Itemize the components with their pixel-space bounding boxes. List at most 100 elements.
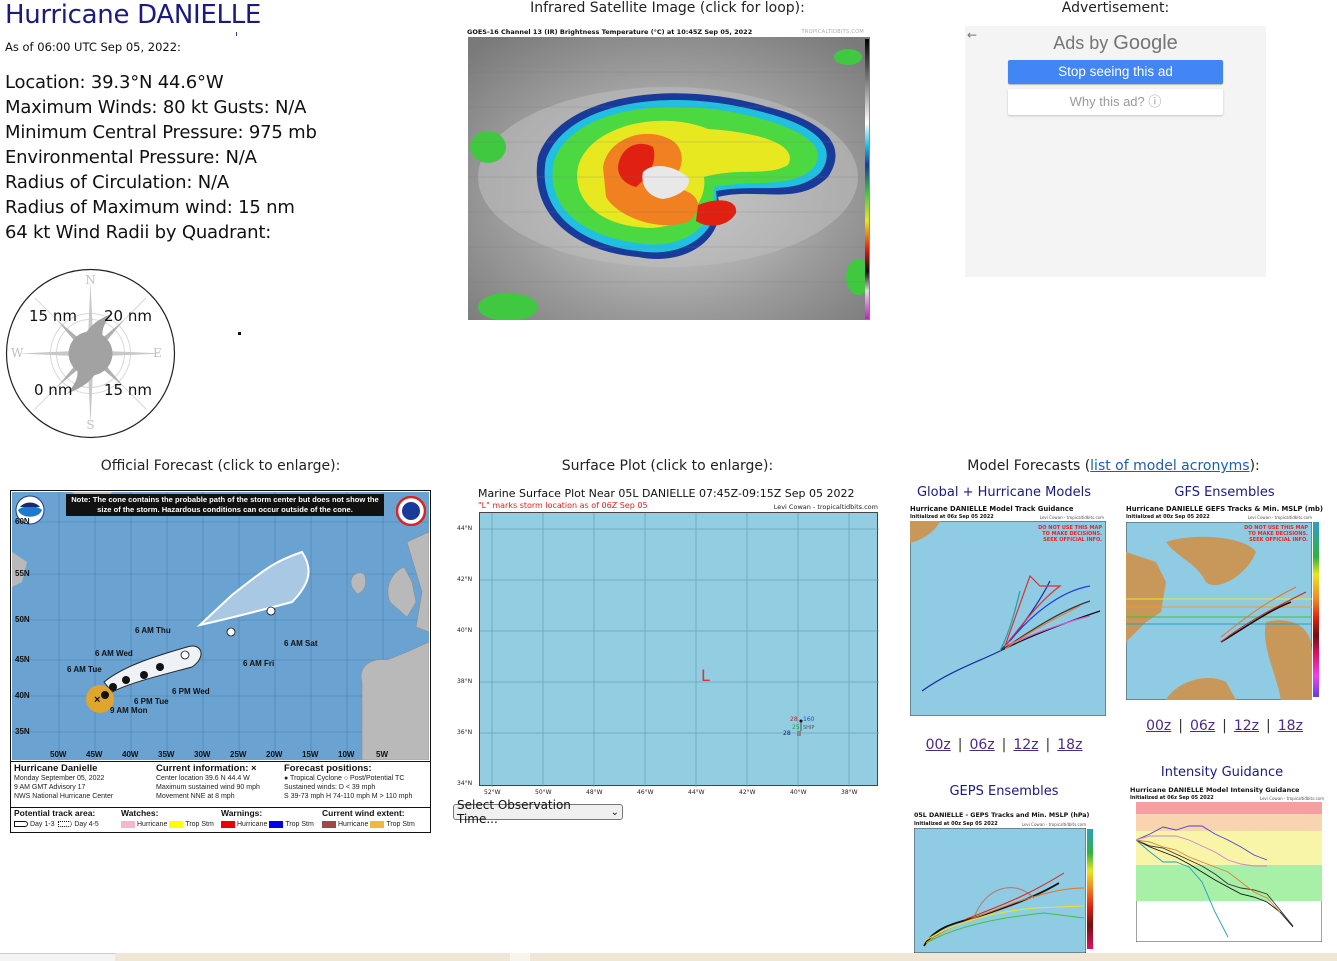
- do-not-use-warning: DO NOT USE THIS MAP TO MAKE DECISIONS. S…: [1038, 525, 1102, 543]
- geps-header: GEPS Ensembles: [949, 784, 1059, 799]
- surface-plot-link[interactable]: Marine Surface Plot Near 05L DANIELLE 07…: [452, 484, 883, 796]
- bottom-banner-left: [0, 953, 115, 961]
- link-separator: |: [1001, 737, 1007, 753]
- intensity-chart: [1136, 802, 1322, 942]
- track-area-heading: Potential track area:: [14, 808, 96, 818]
- geps-thumbnail[interactable]: 05L DANIELLE - GEPS Tracks and Min. MSLP…: [912, 812, 1110, 953]
- run-link-18z[interactable]: 18z: [1057, 737, 1082, 753]
- day13-label: Day 1-3: [29, 821, 55, 828]
- surface-plot-credit: Levi Cowan - tropicaltidbits.com: [773, 503, 878, 511]
- observation-time-select[interactable]: Select Observation Time... ⌄: [453, 798, 623, 826]
- decorative-tick: [236, 32, 237, 36]
- geps-title: 05L DANIELLE - GEPS Tracks and Min. MSLP…: [914, 812, 1090, 819]
- max-winds-line: Maximum Winds: 80 kt Gusts: N/A: [5, 97, 307, 118]
- link-separator: |: [1045, 737, 1051, 753]
- global-models-header: Global + Hurricane Models: [916, 485, 1091, 500]
- forecast-point-label: 6 AM Wed: [95, 649, 133, 658]
- nhc-lon-label: 5W: [376, 750, 388, 759]
- compass-n: N: [85, 273, 96, 287]
- nws-logo-icon: [396, 496, 426, 526]
- intensity-thumbnail[interactable]: Hurricane DANIELLE Model Intensity Guida…: [1128, 786, 1328, 953]
- nhc-legend-panel: Potential track area: Day 1-3 Day 4-5 Wa…: [11, 807, 430, 832]
- satellite-image-title: GOES-16 Channel 13 (IR) Brightness Tempe…: [467, 28, 753, 36]
- nhc-lat-label: 55N: [15, 569, 30, 578]
- observation-time-value: Select Observation Time...: [457, 798, 571, 826]
- nhc-lon-label: 20W: [266, 750, 283, 759]
- hurricane-wind-swatch: [322, 820, 336, 828]
- intensity-title: Hurricane DANIELLE Model Intensity Guida…: [1130, 786, 1300, 794]
- compass-s: S: [86, 418, 94, 432]
- surface-plot-subtitle: "L" marks storm location as of 06Z Sep 0…: [478, 501, 648, 510]
- run-link-00z[interactable]: 00z: [926, 737, 951, 753]
- global-models-thumbnail[interactable]: Hurricane DANIELLE Model Track Guidance …: [908, 505, 1108, 718]
- nhc-lon-label: 25W: [230, 750, 247, 759]
- sfc-lon-label: 46°W: [637, 789, 654, 796]
- run-link-12z[interactable]: 12z: [1013, 737, 1038, 753]
- nhc-advisory: 9 AM GMT Advisory 17: [14, 784, 86, 791]
- do-not-use-warning: DO NOT USE THIS MAP TO MAKE DECISIONS. S…: [1244, 525, 1308, 543]
- intensity-credit: Levi Cowan - tropicaltidbits.com: [1259, 796, 1324, 801]
- satellite-image-link[interactable]: GOES-16 Channel 13 (IR) Brightness Tempe…: [465, 27, 882, 330]
- model-header-suffix: ):: [1249, 458, 1260, 474]
- nhc-storm-name: Hurricane Danielle: [14, 763, 98, 774]
- nhc-lon-label: 45W: [86, 750, 103, 759]
- model-acronyms-link[interactable]: list of model acronyms: [1090, 458, 1249, 474]
- current-info-line: Movement NNE at 8 mph: [156, 793, 235, 800]
- forecast-positions-heading: Forecast positions:: [284, 763, 372, 774]
- chevron-down-icon: ⌄: [610, 806, 619, 818]
- gefs-title: Hurricane DANIELLE GEFS Tracks & Min. MS…: [1126, 505, 1324, 513]
- global-models-track-map: [910, 521, 1106, 716]
- stop-seeing-ad-button[interactable]: Stop seeing this ad: [1008, 60, 1223, 84]
- radius-nw: 15 nm: [29, 307, 77, 325]
- satellite-header: Infrared Satellite Image (click for loop…: [530, 0, 805, 16]
- day45-label: Day 4-5: [74, 821, 99, 828]
- nhc-lon-label: 40W: [122, 750, 139, 759]
- why-this-ad-button[interactable]: Why this ad? ⓘ: [1008, 89, 1223, 115]
- nhc-cone-map: × Note: The cone contains the probable p…: [12, 492, 429, 760]
- hurricane-warning-swatch: [221, 820, 235, 828]
- radius-ne: 20 nm: [104, 307, 152, 325]
- current-info-line: Center location 39.6 N 44.4 W: [156, 775, 250, 782]
- forecast-positions-line: Sustained winds: D < 39 mph: [284, 784, 376, 791]
- gefs-thumbnail[interactable]: Hurricane DANIELLE GEFS Tracks & Min. MS…: [1124, 505, 1334, 703]
- run-link-18z[interactable]: 18z: [1278, 718, 1303, 734]
- link-separator: |: [1222, 718, 1227, 734]
- nhc-lat-label: 40N: [15, 691, 30, 700]
- forecast-point-label: 6 PM Tue: [134, 697, 169, 706]
- nhc-lat-label: 60N: [15, 517, 30, 526]
- sfc-lat-label: 38°N: [457, 678, 473, 685]
- location-line: Location: 39.3°N 44.6°W: [5, 72, 224, 93]
- radius-max-wind-line: Radius of Maximum wind: 15 nm: [5, 197, 295, 218]
- day45-swatch-icon: [58, 821, 73, 828]
- wind-radii-compass: N S W E 15 nm 20 nm 0 nm 15 nm: [5, 268, 176, 439]
- link-separator: |: [1266, 718, 1271, 734]
- run-link-06z[interactable]: 06z: [969, 737, 994, 753]
- compass-rose-icon: N S W E: [5, 268, 176, 439]
- current-info-heading: Current information: ×: [156, 763, 257, 774]
- radius-sw: 0 nm: [34, 381, 73, 399]
- official-forecast-map-link[interactable]: × Note: The cone contains the probable p…: [10, 490, 431, 833]
- station-temp: 28: [790, 716, 798, 723]
- surface-plot-title: Marine Surface Plot Near 05L DANIELLE 07…: [478, 487, 855, 500]
- geps-colorbar: [1087, 829, 1093, 949]
- svg-text:×: ×: [94, 694, 100, 706]
- run-link-06z[interactable]: 06z: [1190, 718, 1215, 734]
- nhc-info-panel: Hurricane Danielle Monday September 05, …: [11, 761, 430, 807]
- surface-plot-header: Surface Plot (click to enlarge):: [561, 458, 774, 474]
- global-models-title: Hurricane DANIELLE Model Track Guidance: [910, 505, 1074, 513]
- wind-radii-heading: 64 kt Wind Radii by Quadrant:: [5, 222, 272, 243]
- forecast-positions-line: ● Tropical Cyclone ○ Post/Potential TC: [284, 775, 405, 782]
- sfc-lat-label: 40°N: [457, 627, 473, 634]
- forecast-positions-line: S 39-73 mph H 74-110 mph M > 110 mph: [284, 793, 413, 800]
- wind-extent-heading: Current wind extent:: [322, 808, 405, 818]
- station-id: SHIP: [803, 725, 815, 731]
- link-separator: |: [957, 737, 963, 753]
- station-dewpoint: 25: [792, 724, 800, 731]
- nhc-lat-label: 50N: [15, 615, 30, 624]
- run-link-00z[interactable]: 00z: [1146, 718, 1171, 734]
- forecast-point-label: 6 AM Fri: [243, 659, 275, 668]
- sfc-lon-label: 40°W: [790, 789, 807, 796]
- run-link-12z[interactable]: 12z: [1234, 718, 1259, 734]
- geps-init: Initialized at 00z Sep 05 2022: [914, 821, 998, 827]
- sfc-lon-label: 48°W: [586, 789, 603, 796]
